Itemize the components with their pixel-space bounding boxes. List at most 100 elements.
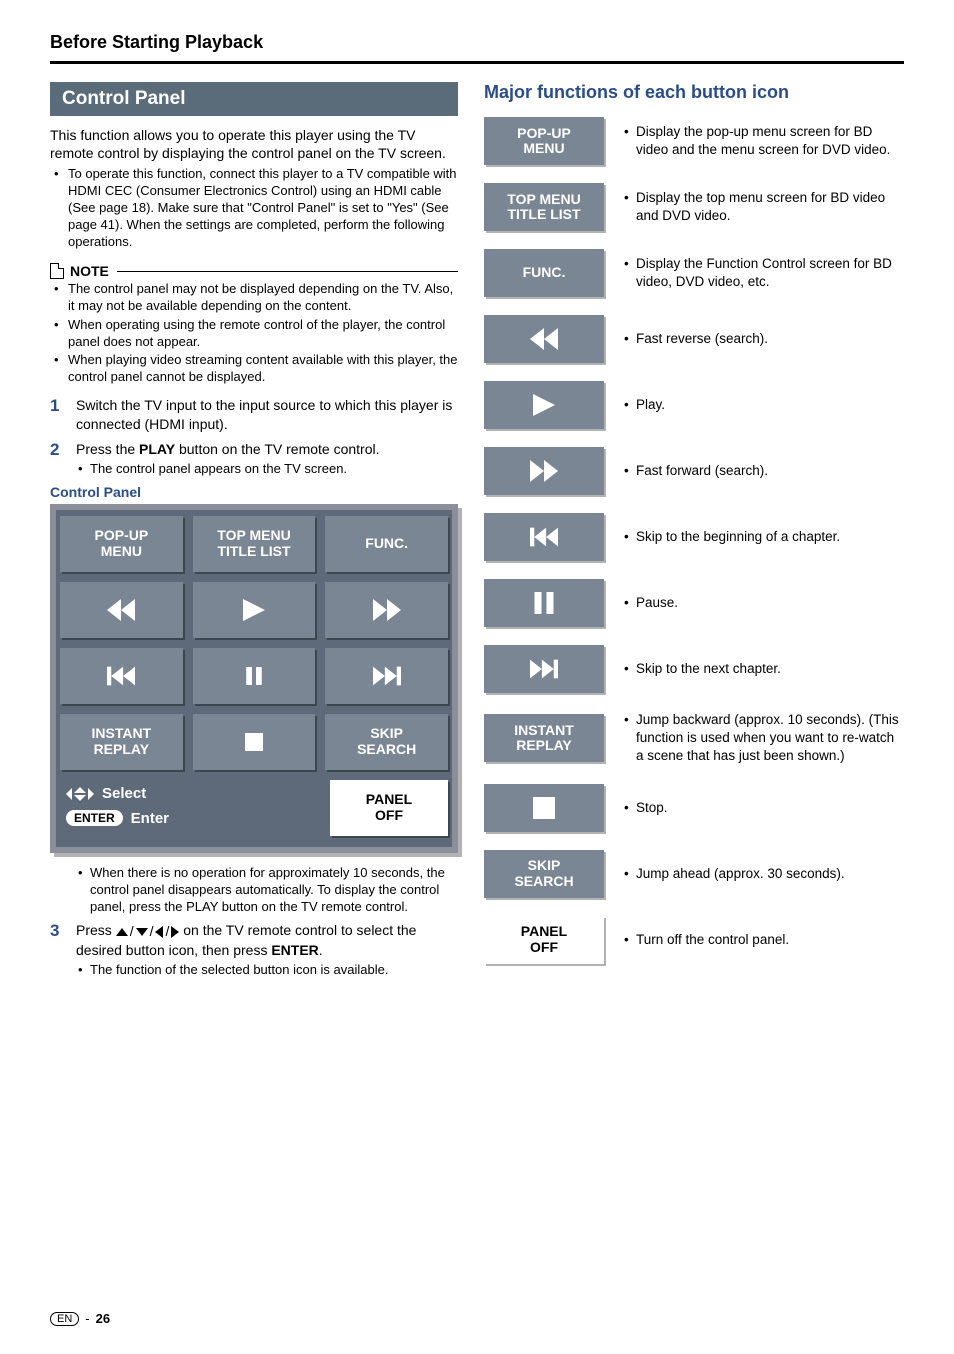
function-desc-item: Pause. bbox=[624, 594, 678, 612]
function-row: Pause. bbox=[484, 579, 904, 627]
top-menu-title-list-button[interactable]: TOP MENU TITLE LIST bbox=[193, 516, 316, 572]
function-row: Fast forward (search). bbox=[484, 447, 904, 495]
function-button[interactable] bbox=[484, 579, 604, 627]
function-desc: Display the top menu screen for BD video… bbox=[624, 189, 904, 225]
function-button[interactable]: INSTANTREPLAY bbox=[484, 714, 604, 762]
header-rule bbox=[50, 61, 904, 64]
popup-menu-button[interactable]: POP-UP MENU bbox=[60, 516, 183, 572]
section-title: Control Panel bbox=[50, 82, 458, 116]
function-button[interactable]: SKIPSEARCH bbox=[484, 850, 604, 898]
function-desc-item: Skip to the next chapter. bbox=[624, 660, 781, 678]
function-desc: Pause. bbox=[624, 594, 678, 612]
step-number: 1 bbox=[50, 396, 76, 434]
function-row: Skip to the beginning of a chapter. bbox=[484, 513, 904, 561]
function-desc-item: Fast reverse (search). bbox=[624, 330, 768, 348]
function-desc: Fast reverse (search). bbox=[624, 330, 768, 348]
btn-label: MENU bbox=[523, 141, 564, 156]
right-column: Major functions of each button icon POP-… bbox=[484, 82, 904, 985]
step-body: Switch the TV input to the input source … bbox=[76, 396, 458, 434]
function-button[interactable] bbox=[484, 645, 604, 693]
skip-next-button[interactable] bbox=[325, 648, 448, 704]
nav-arrows-icon bbox=[66, 784, 94, 804]
enter-label: Enter bbox=[131, 810, 169, 827]
rew-icon bbox=[530, 328, 558, 350]
note-bullet: When operating using the remote control … bbox=[68, 317, 458, 351]
note-bullet: When playing video streaming content ava… bbox=[68, 352, 458, 386]
fast-reverse-button[interactable] bbox=[60, 582, 183, 638]
skip-next-icon bbox=[373, 665, 401, 687]
step-3: 3 Press /// on the TV remote control to … bbox=[50, 921, 458, 979]
function-desc: Jump ahead (approx. 30 seconds). bbox=[624, 865, 845, 883]
function-button[interactable]: PANELOFF bbox=[484, 916, 604, 964]
function-button[interactable] bbox=[484, 784, 604, 832]
page-title: Before Starting Playback bbox=[50, 32, 904, 53]
function-button[interactable]: POP-UPMENU bbox=[484, 117, 604, 165]
pause-icon bbox=[530, 592, 558, 614]
btn-label: TOP MENU bbox=[217, 528, 290, 543]
next-icon bbox=[530, 658, 558, 680]
btn-label: PANEL bbox=[521, 924, 567, 939]
fast-forward-button[interactable] bbox=[325, 582, 448, 638]
function-row: Skip to the next chapter. bbox=[484, 645, 904, 693]
panel-off-button[interactable]: PANEL OFF bbox=[330, 780, 448, 836]
stop-button[interactable] bbox=[193, 714, 316, 770]
function-button[interactable] bbox=[484, 381, 604, 429]
function-desc-item: Play. bbox=[624, 396, 665, 414]
fast-forward-icon bbox=[373, 599, 401, 621]
page-number: 26 bbox=[96, 1311, 110, 1326]
function-button[interactable] bbox=[484, 513, 604, 561]
function-button[interactable] bbox=[484, 447, 604, 495]
step-text: button on the TV remote control. bbox=[175, 441, 379, 457]
function-desc-item: Turn off the control panel. bbox=[624, 931, 789, 949]
btn-label: INSTANT bbox=[92, 726, 152, 741]
function-desc-item: Stop. bbox=[624, 799, 668, 817]
btn-label: TITLE LIST bbox=[507, 207, 580, 222]
function-desc-item: Jump backward (approx. 10 seconds). (Thi… bbox=[624, 711, 904, 766]
lang-badge: EN bbox=[50, 1312, 79, 1326]
function-desc: Stop. bbox=[624, 799, 668, 817]
note-label: NOTE bbox=[70, 263, 109, 279]
step-number: 3 bbox=[50, 921, 76, 979]
btn-label: POP-UP bbox=[94, 528, 148, 543]
ffw-icon bbox=[530, 460, 558, 482]
btn-label: PANEL bbox=[366, 792, 412, 807]
step-body: Press /// on the TV remote control to se… bbox=[76, 921, 458, 979]
step-text: Press the bbox=[76, 441, 139, 457]
function-button[interactable] bbox=[484, 315, 604, 363]
function-row: POP-UPMENUDisplay the pop-up menu screen… bbox=[484, 117, 904, 165]
skip-prev-icon bbox=[107, 665, 135, 687]
pause-button[interactable] bbox=[193, 648, 316, 704]
function-button[interactable]: FUNC. bbox=[484, 249, 604, 297]
btn-label: REPLAY bbox=[94, 742, 150, 757]
btn-label: SKIP bbox=[528, 858, 561, 873]
function-button[interactable]: TOP MENUTITLE LIST bbox=[484, 183, 604, 231]
func-button[interactable]: FUNC. bbox=[325, 516, 448, 572]
function-row: Fast reverse (search). bbox=[484, 315, 904, 363]
step-sub-bullet: The function of the selected button icon… bbox=[90, 962, 458, 979]
fast-reverse-icon bbox=[107, 599, 135, 621]
right-title: Major functions of each button icon bbox=[484, 82, 904, 103]
btn-label: TOP MENU bbox=[507, 192, 580, 207]
function-desc-item: Skip to the beginning of a chapter. bbox=[624, 528, 840, 546]
panel-hint: Select ENTER Enter bbox=[60, 780, 330, 837]
play-button[interactable] bbox=[193, 582, 316, 638]
pause-icon bbox=[243, 667, 265, 685]
step-text: Press bbox=[76, 922, 116, 938]
btn-label: INSTANT bbox=[514, 723, 574, 738]
function-desc: Play. bbox=[624, 396, 665, 414]
step-bold: PLAY bbox=[139, 441, 175, 457]
step-body: Press the PLAY button on the TV remote c… bbox=[76, 440, 380, 478]
function-desc: Skip to the next chapter. bbox=[624, 660, 781, 678]
select-label: Select bbox=[102, 785, 146, 802]
step-text: . bbox=[319, 942, 323, 958]
btn-label: FUNC. bbox=[523, 265, 566, 280]
step-1: 1 Switch the TV input to the input sourc… bbox=[50, 396, 458, 434]
stop-icon bbox=[530, 797, 558, 819]
skip-prev-button[interactable] bbox=[60, 648, 183, 704]
skip-search-button[interactable]: SKIP SEARCH bbox=[325, 714, 448, 770]
instant-replay-button[interactable]: INSTANT REPLAY bbox=[60, 714, 183, 770]
step-2: 2 Press the PLAY button on the TV remote… bbox=[50, 440, 458, 478]
function-desc: Skip to the beginning of a chapter. bbox=[624, 528, 840, 546]
function-desc-item: Jump ahead (approx. 30 seconds). bbox=[624, 865, 845, 883]
note-bullet: The control panel may not be displayed d… bbox=[68, 281, 458, 315]
